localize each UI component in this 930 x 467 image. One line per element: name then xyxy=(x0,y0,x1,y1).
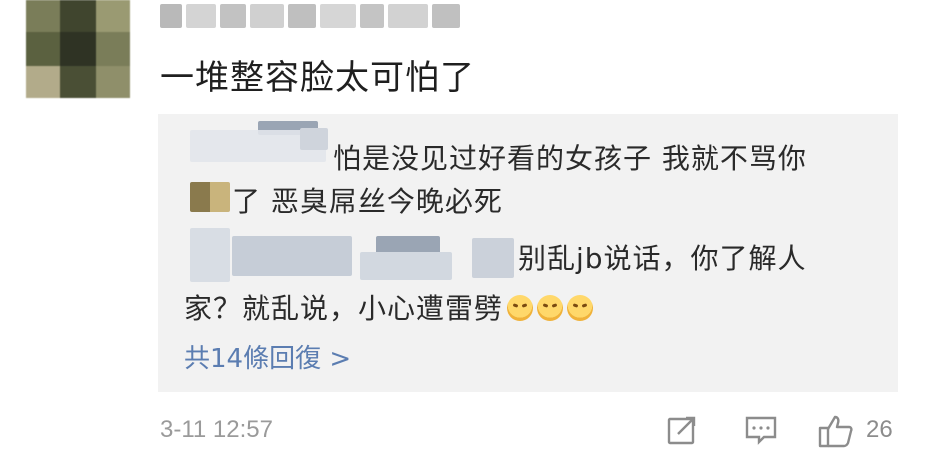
angry-face-emoji xyxy=(537,295,564,321)
comment-timestamp: 3-11 12:57 xyxy=(160,416,273,443)
username-blurred[interactable] xyxy=(160,4,472,34)
reply-username-blurred-3 xyxy=(300,128,328,150)
reply-text-line-4: 家？就乱说，小心遭雷劈 xyxy=(184,287,594,327)
angry-face-emoji xyxy=(567,295,594,321)
reply2-username-blurred-a[interactable] xyxy=(190,228,230,282)
comment-text: 一堆整容脸太可怕了 xyxy=(160,58,475,98)
reply-text-line-4-text: 家？就乱说，小心遭雷劈 xyxy=(184,292,504,325)
share-icon[interactable] xyxy=(666,414,698,446)
angry-face-emoji xyxy=(507,295,534,321)
reply2-username-blurred-d xyxy=(360,252,452,280)
reply-mini-avatar xyxy=(190,182,230,212)
reply-text-line-3: 别乱jb说话，你了解人 xyxy=(518,242,807,275)
comment-icon[interactable] xyxy=(744,414,778,446)
reply2-username-blurred-e xyxy=(472,238,514,278)
reply2-username-blurred-b xyxy=(232,236,352,276)
user-avatar[interactable] xyxy=(26,0,130,98)
reply-text-line-2: 了 恶臭屌丝今晚必死 xyxy=(232,185,503,218)
like-count: 26 xyxy=(866,416,893,443)
reply-text-line-1: 怕是没见过好看的女孩子 我就不骂你 xyxy=(333,142,807,175)
view-more-replies-link[interactable]: 共14條回復 > xyxy=(184,338,351,375)
thumbs-up-icon[interactable] xyxy=(818,414,854,448)
